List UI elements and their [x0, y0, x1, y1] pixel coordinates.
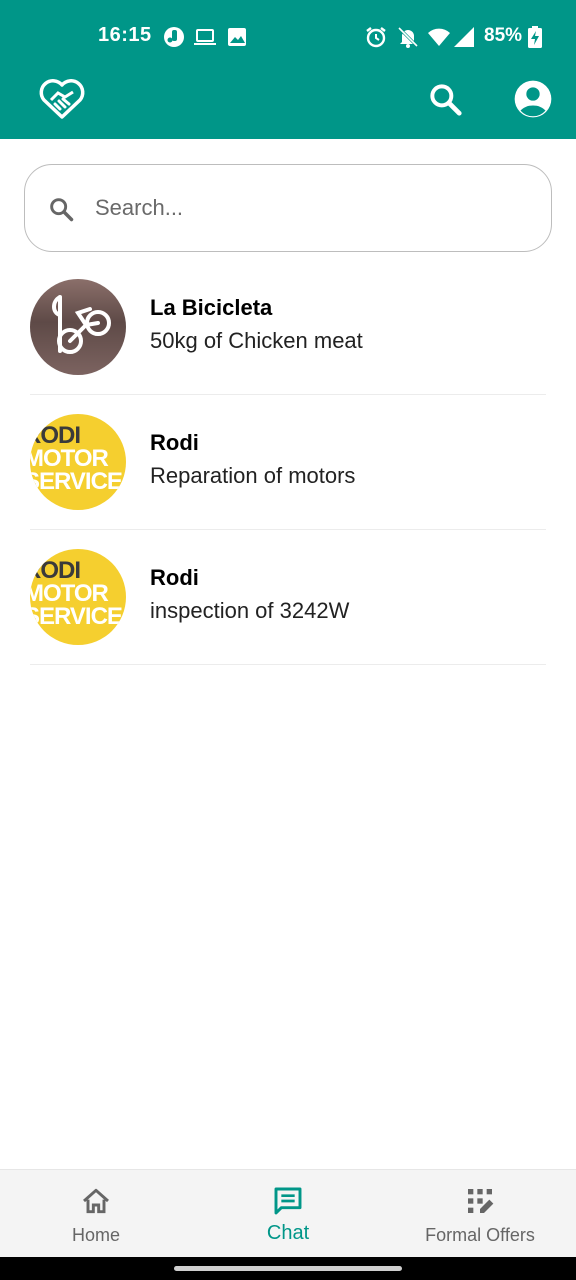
chat-list-item[interactable]: RODI MOTOR SERVICE Rodi Reparation of mo…: [30, 395, 546, 530]
account-circle-icon[interactable]: [513, 79, 553, 119]
chat-name: La Bicicleta: [150, 295, 273, 320]
search-icon[interactable]: [426, 80, 464, 118]
rodi-logo: RODI MOTOR SERVICE: [30, 557, 123, 630]
search-field-icon: [50, 198, 74, 222]
nav-home-label: Home: [71, 1225, 120, 1245]
status-time: 16:15: [98, 24, 152, 46]
battery-charging-icon: [528, 26, 542, 48]
nav-chat-label: Chat: [266, 1222, 310, 1244]
avatar: RODI MOTOR SERVICE: [30, 414, 126, 510]
image-icon: [228, 28, 246, 46]
nav-formal-offers-label: Formal Offers: [425, 1225, 535, 1245]
offers-grid-icon: [468, 1189, 494, 1213]
chat-subject: inspection of 3242W: [150, 598, 350, 623]
alarm-icon: [366, 27, 386, 48]
nav-formal-offers[interactable]: Formal Offers: [384, 1170, 576, 1258]
notifications-off-icon: [397, 26, 419, 48]
home-icon: [83, 1188, 109, 1214]
avatar: RODI MOTOR SERVICE: [30, 549, 126, 645]
chat-list: La Bicicleta 50kg of Chicken meat RODI M…: [30, 260, 546, 665]
chat-name: Rodi: [150, 430, 199, 455]
bicycle-logo-icon: [52, 295, 111, 354]
heart-handshake-icon[interactable]: [38, 76, 86, 120]
chat-icon: [274, 1187, 302, 1215]
wifi-icon: [428, 28, 450, 46]
system-gesture-bar: [0, 1257, 576, 1280]
nav-home[interactable]: Home: [0, 1170, 192, 1258]
app-header: 16:15 85%: [0, 0, 576, 139]
laptop-icon: [194, 29, 216, 45]
avatar: [30, 279, 126, 375]
bottom-navigation: Home Chat Formal Offers: [0, 1169, 576, 1257]
signal-icon: [454, 27, 474, 47]
search-input[interactable]: [95, 187, 515, 229]
vpn-icon: [164, 27, 184, 47]
status-bar: 16:15 85%: [0, 0, 576, 72]
home-gesture-handle[interactable]: [174, 1266, 402, 1271]
nav-chat[interactable]: Chat: [192, 1170, 384, 1258]
chat-list-item[interactable]: La Bicicleta 50kg of Chicken meat: [30, 260, 546, 395]
search-bar[interactable]: [24, 164, 552, 252]
chat-subject: 50kg of Chicken meat: [150, 328, 363, 353]
battery-level: 85%: [484, 25, 523, 46]
chat-list-item[interactable]: RODI MOTOR SERVICE Rodi inspection of 32…: [30, 530, 546, 665]
chat-name: Rodi: [150, 565, 199, 590]
chat-subject: Reparation of motors: [150, 463, 356, 488]
rodi-logo: RODI MOTOR SERVICE: [30, 422, 123, 495]
